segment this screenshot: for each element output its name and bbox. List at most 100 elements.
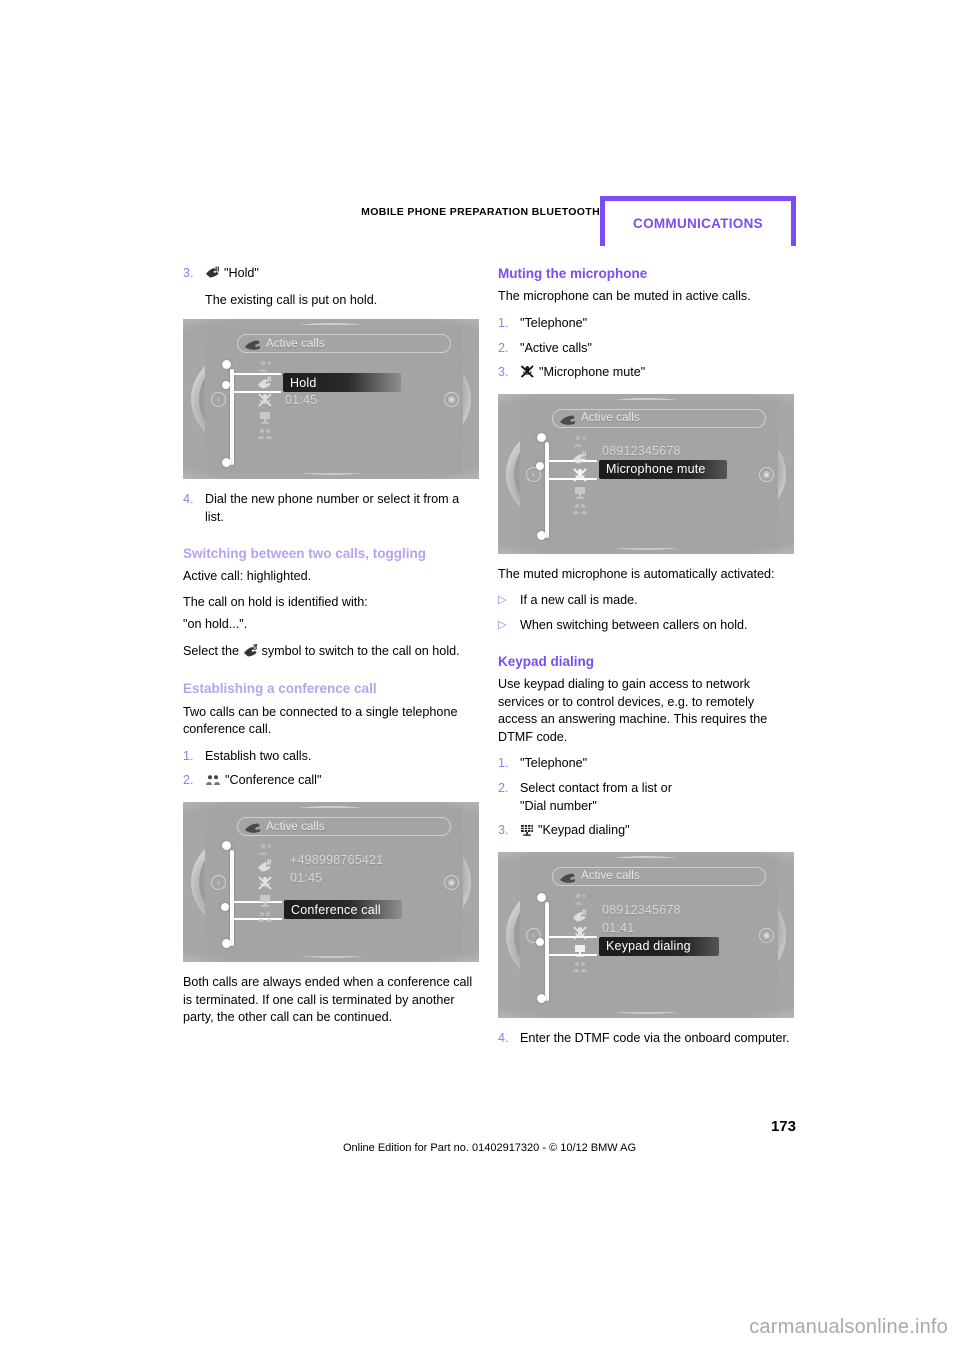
list-item: 4. Dial the new phone number or select i… [183,491,479,526]
left-column: 3. "Hold" The existing call is put on ho… [183,265,479,1036]
highlighted-menu-entry[interactable]: Hold [283,373,401,393]
muting-para-1: The microphone can be muted in active ca… [498,289,751,304]
conference-call-icon [572,502,592,519]
step3-note: The existing call is put on hold. [205,292,378,307]
hold-call-icon [257,859,277,876]
contacts-icon [257,359,277,376]
list-item: 2. Select contact from a list or "Dial n… [498,780,794,815]
keypad-icon [257,410,277,427]
hold-call-icon [572,451,592,468]
switching-para-3: Select the symbol to switch to the call … [183,642,479,663]
running-title: MOBILE PHONE PREPARATION BLUETOOTH [361,206,600,218]
step-number: 4. [498,1030,509,1045]
rail-knob-top [537,432,546,442]
microphone-mute-icon [572,468,592,485]
step-label: "Microphone mute" [539,365,646,380]
rail-knob-cursor [536,461,544,470]
keypad-icon [257,893,277,910]
highlighted-menu-entry[interactable]: Keypad dialing [599,936,719,956]
display-screen: Active calls ‹ ◉ [520,857,778,1012]
step-text: Enter the DTMF code via the onboard comp… [520,1030,790,1045]
page-header: MOBILE PHONE PREPARATION BLUETOOTH COMMU… [0,196,960,256]
display-screen: Active calls ‹ ◉ [205,808,463,957]
step-text-line2: "Dial number" [520,798,597,813]
heading-keypad: Keypad dialing [498,653,595,669]
idrive-display: Active calls ‹ ◉ [183,319,479,480]
idrive-display: Active calls ‹ ◉ [183,802,479,963]
rail-knob-bottom [537,993,546,1003]
list-item: 1. "Telephone" [498,315,794,333]
highlighted-menu-entry[interactable]: Conference call [284,900,402,920]
bullet-marker: ▷ [498,594,507,607]
list-item: ▷ When switching between callers on hold… [498,617,794,635]
display-screen: Active calls ‹ ◉ [520,399,778,548]
chapter-tab-label: COMMUNICATIONS [633,216,763,231]
rail-knob-cursor [222,381,230,390]
step-text: "Telephone" [520,756,588,771]
step-number: 3. [498,365,509,380]
contacts-icon [572,434,592,451]
conference-para-2: Both calls are always ended when a confe… [183,975,473,1025]
selection-rail [520,858,778,1012]
step-text: "Active calls" [520,340,592,355]
conference-call-icon [257,427,277,444]
list-item: 4. Enter the DTMF code via the onboard c… [498,1030,794,1048]
hold-call-icon [257,376,277,393]
idrive-display: Active calls ‹ ◉ [498,393,794,554]
switching-para-3-pre: Select the [183,643,240,658]
step-number: 2. [498,340,509,355]
list-item: 1. "Telephone" [498,755,794,773]
step-number: 3. [183,266,194,280]
step-label: "Keypad dialing" [538,823,630,838]
site-watermark: carmanualsonline.info [749,1316,948,1338]
conference-para-1: Two calls can be connected to a single t… [183,704,458,737]
list-item: 2. "Active calls" [498,340,794,358]
step-label: "Hold" [224,266,259,280]
call-duration: 01:45 [285,393,318,408]
step-number: 4. [183,492,194,507]
menu-icon-column [572,434,592,548]
rail-knob-bottom [222,458,231,468]
figure-conference-screen: Active calls ‹ ◉ +498998765421 01:45 Con… [183,802,479,963]
page-number: 173 [770,1118,796,1135]
bullet-text: When switching between callers on hold. [520,618,748,633]
step-number: 2. [183,773,194,788]
rail-knob-top [222,841,231,851]
switching-para-2-line2: "on hold...". [183,617,248,632]
chapter-tab: COMMUNICATIONS [600,196,796,246]
call-duration: 01:45 [290,871,323,886]
heading-switching: Switching between two calls, toggling [183,545,427,561]
step-number: 2. [498,781,509,796]
step-body: "Keypad dialing" [520,822,794,842]
keypad-icon [572,485,592,502]
selection-rail [205,325,463,473]
microphone-mute-icon [572,926,592,943]
rail-knob-bottom [222,939,231,949]
phone-number: 08912345678 [602,443,681,458]
step-text-line1: Select contact from a list or [520,781,672,796]
step-body: "Hold" [205,265,479,285]
figure-hold-screen: Active calls ‹ ◉ Hold 01:45 [183,319,479,480]
menu-icon-column [257,359,277,473]
heading-conference: Establishing a conference call [183,681,377,697]
idrive-display: Active calls ‹ ◉ [498,851,794,1018]
list-item: 1. Establish two calls. [183,748,479,766]
rail-knob-top [222,360,231,370]
step-text: "Telephone" [520,315,588,330]
hold-call-icon [572,909,592,926]
step-number: 3. [498,823,509,838]
heading-muting: Muting the microphone [498,266,648,281]
step-number: 1. [183,748,194,763]
microphone-mute-icon [520,365,535,384]
rail-knob-bottom [537,530,546,540]
figure-keypad-dialing-screen: Active calls ‹ ◉ 08912345678 01:41 Keypa… [498,851,794,1018]
edition-line: Online Edition for Part no. 01402917320 … [342,1142,637,1154]
conference-call-icon [572,960,592,977]
figure-microphone-mute-screen: Active calls ‹ ◉ 08912345678 Microphone … [498,393,794,554]
list-item: ▷ If a new call is made. [498,592,794,610]
step-number: 1. [498,756,509,771]
step-body: "Microphone mute" [520,364,794,384]
highlighted-menu-entry[interactable]: Microphone mute [599,459,727,479]
phone-number: 08912345678 [602,902,681,917]
switching-para-2-line1: The call on hold is identified with: [183,595,368,610]
